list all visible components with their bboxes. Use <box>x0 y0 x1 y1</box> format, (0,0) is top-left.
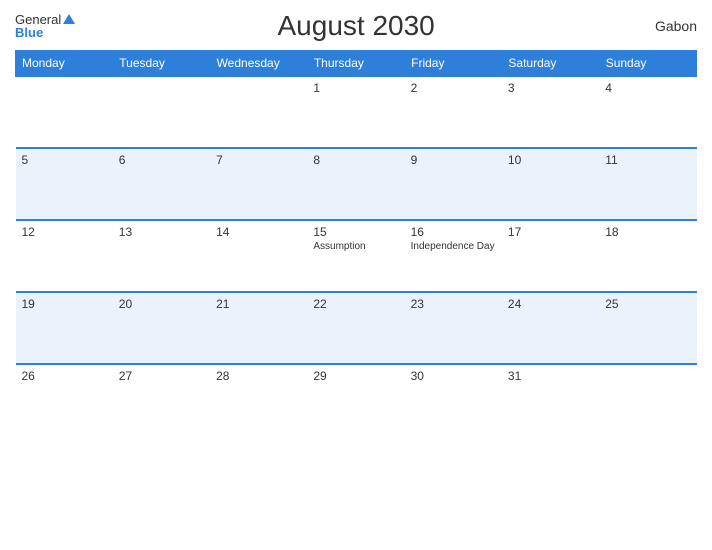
day-cell <box>16 76 113 148</box>
day-cell: 5 <box>16 148 113 220</box>
event-label: Assumption <box>313 241 398 252</box>
day-cell: 3 <box>502 76 599 148</box>
header-thursday: Thursday <box>307 51 404 77</box>
header-friday: Friday <box>405 51 502 77</box>
day-number: 21 <box>216 297 301 311</box>
day-cell: 7 <box>210 148 307 220</box>
header-tuesday: Tuesday <box>113 51 210 77</box>
day-number: 28 <box>216 369 301 383</box>
day-number: 29 <box>313 369 398 383</box>
day-number: 7 <box>216 153 301 167</box>
logo-blue-text: Blue <box>15 26 43 39</box>
day-cell: 14 <box>210 220 307 292</box>
day-cell: 19 <box>16 292 113 364</box>
day-cell: 16 Independence Day <box>405 220 502 292</box>
day-number: 19 <box>22 297 107 311</box>
day-cell: 18 <box>599 220 696 292</box>
day-cell: 27 <box>113 364 210 436</box>
day-number: 5 <box>22 153 107 167</box>
day-cell: 13 <box>113 220 210 292</box>
day-cell: 24 <box>502 292 599 364</box>
day-cell: 22 <box>307 292 404 364</box>
day-number: 17 <box>508 225 593 239</box>
day-number: 20 <box>119 297 204 311</box>
day-number: 11 <box>605 153 690 167</box>
day-cell: 8 <box>307 148 404 220</box>
day-number: 9 <box>411 153 496 167</box>
day-number: 31 <box>508 369 593 383</box>
day-cell: 28 <box>210 364 307 436</box>
day-cell: 12 <box>16 220 113 292</box>
calendar-container: General Blue August 2030 Gabon Monday Tu… <box>0 0 712 550</box>
day-cell: 23 <box>405 292 502 364</box>
day-cell <box>599 364 696 436</box>
calendar-title: August 2030 <box>75 10 637 42</box>
week-row-2: 56789 10 11 <box>16 148 697 220</box>
day-number: 13 <box>119 225 204 239</box>
day-number: 15 <box>313 225 398 239</box>
day-cell: 2 <box>405 76 502 148</box>
day-cell <box>210 76 307 148</box>
day-cell: 11 <box>599 148 696 220</box>
header-sunday: Sunday <box>599 51 696 77</box>
calendar-grid: Monday Tuesday Wednesday Thursday Friday… <box>15 50 697 436</box>
day-cell: 29 <box>307 364 404 436</box>
day-cell: 31 <box>502 364 599 436</box>
logo: General Blue <box>15 13 75 39</box>
day-number: 12 <box>22 225 107 239</box>
day-number: 1 <box>313 81 398 95</box>
day-cell: 25 <box>599 292 696 364</box>
day-number: 22 <box>313 297 398 311</box>
day-number: 24 <box>508 297 593 311</box>
week-row-1: 1234 <box>16 76 697 148</box>
day-cell: 20 <box>113 292 210 364</box>
day-number: 14 <box>216 225 301 239</box>
day-cell: 30 <box>405 364 502 436</box>
day-number: 30 <box>411 369 496 383</box>
day-number: 4 <box>605 81 690 95</box>
day-number: 2 <box>411 81 496 95</box>
week-row-4: 19 20 21 22 23 24 25 <box>16 292 697 364</box>
day-cell: 15 Assumption <box>307 220 404 292</box>
day-cell: 17 <box>502 220 599 292</box>
day-number: 27 <box>119 369 204 383</box>
week-row-3: 12 13 14 15 Assumption 16 Independence Day 17 18 <box>16 220 697 292</box>
day-number: 3 <box>508 81 593 95</box>
day-cell: 6 <box>113 148 210 220</box>
week-row-5: 26 27 28 29 30 31 <box>16 364 697 436</box>
logo-triangle-icon <box>63 14 75 24</box>
day-number: 10 <box>508 153 593 167</box>
header-monday: Monday <box>16 51 113 77</box>
day-cell: 1 <box>307 76 404 148</box>
day-number: 6 <box>119 153 204 167</box>
header-wednesday: Wednesday <box>210 51 307 77</box>
day-cell: 9 <box>405 148 502 220</box>
event-label: Independence Day <box>411 241 496 252</box>
day-number: 25 <box>605 297 690 311</box>
calendar-header: General Blue August 2030 Gabon <box>15 10 697 42</box>
day-cell <box>113 76 210 148</box>
day-cell: 4 <box>599 76 696 148</box>
day-number: 23 <box>411 297 496 311</box>
day-number: 18 <box>605 225 690 239</box>
day-number: 26 <box>22 369 107 383</box>
country-label: Gabon <box>637 18 697 34</box>
day-number: 8 <box>313 153 398 167</box>
day-cell: 26 <box>16 364 113 436</box>
day-cell: 10 <box>502 148 599 220</box>
days-header-row: Monday Tuesday Wednesday Thursday Friday… <box>16 51 697 77</box>
day-number: 16 <box>411 225 496 239</box>
header-saturday: Saturday <box>502 51 599 77</box>
day-cell: 21 <box>210 292 307 364</box>
